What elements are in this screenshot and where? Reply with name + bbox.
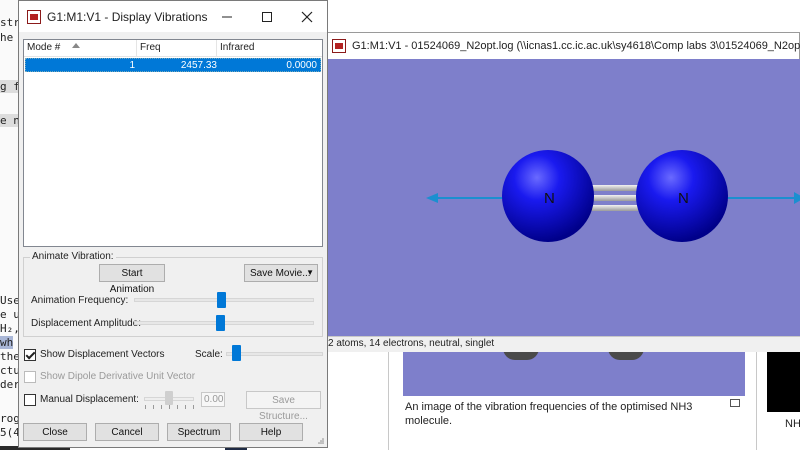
column-header-label: Infrared <box>220 42 255 53</box>
background-text: e u <box>0 308 20 321</box>
figure-image-dark <box>767 348 800 412</box>
background-divider <box>388 345 389 450</box>
background-divider <box>756 345 757 450</box>
viewer-title-bar[interactable]: G1:M1:V1 - 01524069_N2opt.log (\\icnas1.… <box>326 33 800 58</box>
maximize-icon <box>262 11 272 22</box>
background-text: the <box>0 350 20 363</box>
help-button[interactable]: Help <box>239 423 303 441</box>
save-movie-button[interactable]: Save Movie... ▼ <box>244 264 318 282</box>
background-text: rog <box>0 412 20 425</box>
display-vibrations-dialog[interactable]: G1:M1:V1 - Display Vibrations Mode # Fre… <box>18 0 328 448</box>
background-text: H₂, <box>0 322 20 335</box>
molecule-render: N N <box>426 150 800 242</box>
background-text: NH <box>785 418 800 430</box>
show-dipole-derivative-label: Show Dipole Derivative Unit Vector <box>40 371 196 382</box>
minimize-icon <box>222 16 232 17</box>
manual-displacement-label[interactable]: Manual Displacement: <box>40 394 139 405</box>
minimize-button[interactable] <box>207 1 247 32</box>
manual-displacement-slider-thumb[interactable] <box>165 391 173 405</box>
background-text: he <box>0 31 14 44</box>
show-displacement-vectors-label[interactable]: Show Displacement Vectors <box>40 349 165 360</box>
manual-displacement-value-field[interactable]: 0.00 <box>201 392 225 407</box>
maximize-button[interactable] <box>247 1 287 32</box>
animation-frequency-slider-thumb[interactable] <box>217 292 226 308</box>
close-button[interactable]: Close <box>23 423 87 441</box>
slider-tick <box>193 405 194 409</box>
dropdown-arrow-icon: ▼ <box>306 268 314 277</box>
close-icon <box>301 11 313 22</box>
cell-freq: 2457.33 <box>180 60 217 71</box>
show-displacement-vectors-checkbox[interactable] <box>24 349 36 361</box>
molecule-canvas[interactable]: N N <box>326 59 800 336</box>
column-header-mode[interactable]: Mode # <box>24 40 137 57</box>
displacement-amplitude-slider-thumb[interactable] <box>216 315 225 331</box>
gaussview-app-icon <box>27 9 41 24</box>
gaussview-app-icon <box>332 38 346 53</box>
save-structure-button[interactable]: Save Structure... <box>246 391 321 422</box>
background-text: der <box>0 378 20 391</box>
dialog-title-bar[interactable]: G1:M1:V1 - Display Vibrations <box>19 1 327 32</box>
displacement-amplitude-label: Displacement Amplitude: <box>31 318 142 329</box>
background-text: g f <box>0 80 20 93</box>
group-label: Animate Vibration: <box>30 251 116 262</box>
background-text: e n <box>0 114 20 127</box>
sort-ascending-icon <box>72 43 80 48</box>
scale-slider-thumb[interactable] <box>232 345 241 361</box>
triple-bond <box>591 185 641 211</box>
background-text: wh <box>0 336 14 349</box>
molecule-viewer-window[interactable]: G1:M1:V1 - 01524069_N2opt.log (\\icnas1.… <box>325 32 800 352</box>
table-row[interactable]: 1 2457.33 0.0000 <box>25 58 321 72</box>
atom-label: N <box>678 190 689 207</box>
vibrations-list[interactable]: Mode # Freq Infrared 1 2457.33 0.0000 <box>23 39 323 247</box>
figure-image <box>403 348 745 396</box>
scale-label: Scale: <box>195 349 223 360</box>
background-text: Use <box>0 294 20 307</box>
spectrum-button[interactable]: Spectrum <box>167 423 231 441</box>
animation-frequency-label: Animation Frequency: <box>31 295 129 306</box>
atom-label: N <box>544 190 555 207</box>
column-header-label: Mode # <box>27 42 61 53</box>
background-text: str <box>0 16 20 29</box>
close-window-button[interactable] <box>287 1 327 32</box>
resize-grip-icon[interactable] <box>317 437 325 445</box>
dialog-title: G1:M1:V1 - Display Vibrations <box>47 9 208 24</box>
cell-infrared: 0.0000 <box>286 60 317 71</box>
column-header-freq[interactable]: Freq <box>137 40 217 57</box>
cell-mode: 1 <box>129 60 135 71</box>
background-text: 5(4 <box>0 426 20 439</box>
slider-tick <box>177 405 178 409</box>
cancel-button[interactable]: Cancel <box>95 423 159 441</box>
column-header-infrared[interactable]: Infrared <box>217 40 322 57</box>
manual-displacement-checkbox[interactable] <box>24 394 36 406</box>
viewer-status-bar: 2 atoms, 14 electrons, neutral, singlet <box>326 336 800 352</box>
slider-tick <box>169 405 170 409</box>
slider-tick <box>185 405 186 409</box>
enlarge-icon[interactable] <box>730 399 740 407</box>
figure-caption: An image of the vibration frequencies of… <box>405 401 693 427</box>
column-header-label: Freq <box>140 42 161 53</box>
background-text: ctu <box>0 364 20 377</box>
background-page-left-strip: str he g f e n Use e u H₂, wh the ctu de… <box>0 0 20 450</box>
slider-tick <box>161 405 162 409</box>
save-movie-label: Save Movie... <box>250 268 311 279</box>
slider-tick <box>153 405 154 409</box>
slider-tick <box>145 405 146 409</box>
list-header: Mode # Freq Infrared <box>24 40 322 57</box>
start-animation-button[interactable]: Start Animation <box>99 264 165 295</box>
show-dipole-derivative-checkbox[interactable] <box>24 371 36 383</box>
viewer-title: G1:M1:V1 - 01524069_N2opt.log (\\icnas1.… <box>352 39 800 52</box>
